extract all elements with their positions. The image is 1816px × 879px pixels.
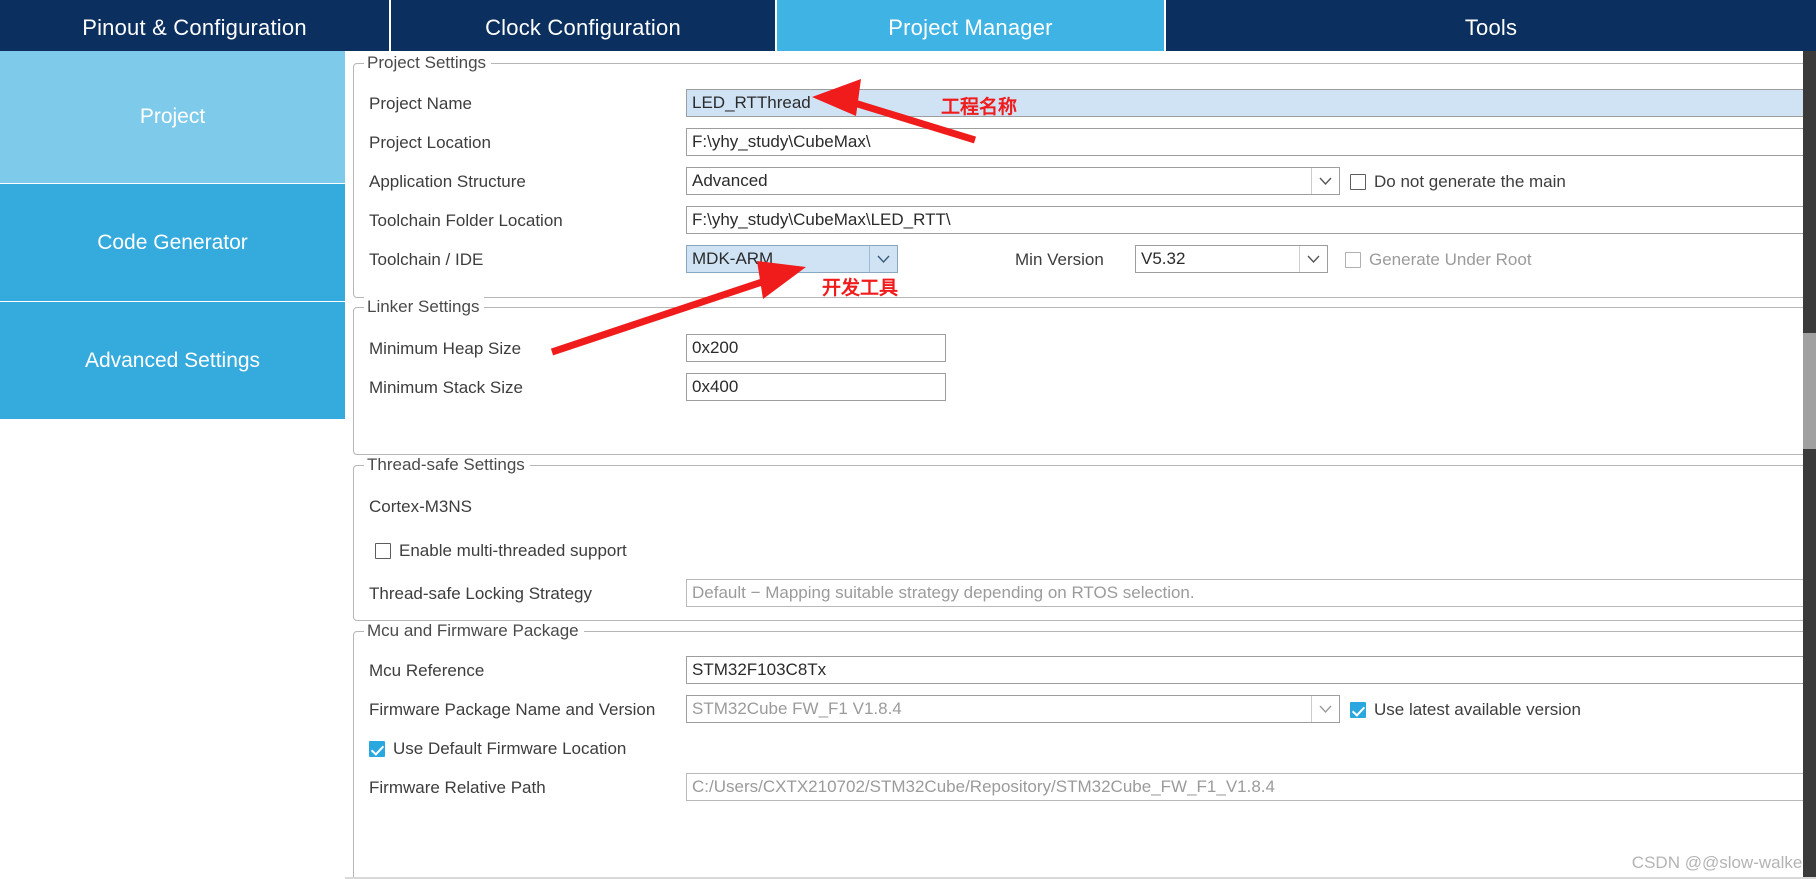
- tab-tools[interactable]: Tools: [1166, 0, 1816, 51]
- tab-pinout-configuration[interactable]: Pinout & Configuration: [0, 0, 391, 51]
- checkbox-generate-under-root[interactable]: Generate Under Root: [1345, 250, 1532, 270]
- select-thread-safe-locking-strategy[interactable]: Default − Mapping suitable strategy depe…: [686, 579, 1816, 607]
- label-minimum-heap-size: Minimum Heap Size: [369, 339, 522, 358]
- main-tab-bar: Pinout & Configuration Clock Configurati…: [0, 0, 1816, 51]
- input-mcu-reference[interactable]: STM32F103C8Tx: [686, 656, 1816, 684]
- left-sidebar: Project Code Generator Advanced Settings: [0, 51, 345, 879]
- tab-label: Pinout & Configuration: [82, 14, 307, 40]
- watermark-text: CSDN @@slow-walker: [1631, 853, 1808, 872]
- sidebar-item-label: Project: [139, 105, 206, 128]
- checkbox-do-not-generate-main[interactable]: Do not generate the main: [1350, 172, 1566, 192]
- label-firmware-relative-path: Firmware Relative Path: [369, 778, 546, 797]
- input-project-name[interactable]: LED_RTThread: [686, 89, 1816, 117]
- sidebar-item-code-generator[interactable]: Code Generator: [0, 184, 345, 302]
- label-toolchain-ide: Toolchain / IDE: [369, 250, 484, 269]
- select-toolchain-ide-value: MDK-ARM: [692, 249, 774, 268]
- checkbox-box-icon: [1350, 702, 1366, 718]
- tab-label: Project Manager: [888, 14, 1053, 40]
- chevron-down-icon: [1311, 696, 1339, 722]
- checkbox-label: Use latest available version: [1374, 700, 1581, 719]
- chevron-down-icon: [1311, 168, 1339, 194]
- checkbox-box-icon: [1350, 174, 1366, 190]
- label-project-location: Project Location: [369, 133, 491, 152]
- checkbox-label: Enable multi-threaded support: [399, 541, 627, 560]
- input-minimum-stack-size[interactable]: 0x400: [686, 373, 946, 401]
- checkbox-label: Generate Under Root: [1369, 250, 1532, 269]
- select-application-structure-value: Advanced: [692, 171, 768, 190]
- input-firmware-relative-path[interactable]: C:/Users/CXTX210702/STM32Cube/Repository…: [686, 773, 1816, 801]
- label-cortex-core: Cortex-M3NS: [369, 497, 472, 516]
- chevron-down-icon: [1299, 246, 1327, 272]
- vertical-scrollbar[interactable]: [1803, 51, 1816, 879]
- sidebar-item-label: Advanced Settings: [84, 348, 261, 372]
- sidebar-item-label: Code Generator: [97, 230, 248, 254]
- tab-clock-configuration[interactable]: Clock Configuration: [391, 0, 777, 51]
- checkbox-enable-multithreaded-support[interactable]: Enable multi-threaded support: [375, 541, 627, 561]
- checkbox-label: Do not generate the main: [1374, 172, 1566, 191]
- cubemx-project-manager-window: Pinout & Configuration Clock Configurati…: [0, 0, 1816, 879]
- label-minimum-stack-size: Minimum Stack Size: [369, 378, 523, 397]
- chevron-down-icon: [869, 246, 897, 272]
- label-mcu-reference: Mcu Reference: [369, 661, 485, 680]
- input-project-location[interactable]: F:\yhy_study\CubeMax\: [686, 128, 1816, 156]
- label-thread-safe-locking-strategy: Thread-safe Locking Strategy: [369, 584, 593, 603]
- select-min-version[interactable]: V5.32: [1135, 245, 1328, 273]
- select-firmware-package-value: STM32Cube FW_F1 V1.8.4: [692, 699, 902, 718]
- label-application-structure: Application Structure: [369, 172, 526, 191]
- vertical-scrollbar-thumb[interactable]: [1803, 333, 1816, 449]
- input-toolchain-folder-location[interactable]: F:\yhy_study\CubeMax\LED_RTT\: [686, 206, 1816, 234]
- checkbox-box-icon: [375, 543, 391, 559]
- sidebar-item-project[interactable]: Project: [0, 51, 345, 184]
- group-title-project-settings: Project Settings: [364, 53, 492, 73]
- sidebar-empty-area: [0, 420, 345, 878]
- sidebar-item-advanced-settings[interactable]: Advanced Settings: [0, 302, 345, 420]
- checkbox-box-icon: [1345, 252, 1361, 268]
- select-toolchain-ide[interactable]: MDK-ARM: [686, 245, 898, 273]
- checkbox-label: Use Default Firmware Location: [393, 739, 627, 758]
- select-min-version-value: V5.32: [1141, 249, 1186, 268]
- label-min-version: Min Version: [1015, 250, 1104, 269]
- tab-project-manager[interactable]: Project Manager: [777, 0, 1166, 51]
- group-title-mcu-firmware-package: Mcu and Firmware Package: [364, 621, 584, 641]
- group-title-thread-safe-settings: Thread-safe Settings: [364, 455, 530, 475]
- project-settings-panel: Project Settings Project Name LED_RTThre…: [345, 51, 1816, 879]
- select-firmware-package-name-version[interactable]: STM32Cube FW_F1 V1.8.4: [686, 695, 1340, 723]
- tab-label: Tools: [1464, 14, 1518, 40]
- group-linker-settings: Linker Settings: [353, 297, 1816, 455]
- label-toolchain-folder-location: Toolchain Folder Location: [369, 211, 563, 230]
- checkbox-use-default-firmware-location[interactable]: Use Default Firmware Location: [369, 739, 626, 759]
- checkbox-use-latest-available-version[interactable]: Use latest available version: [1350, 700, 1581, 720]
- group-title-linker-settings: Linker Settings: [364, 297, 485, 317]
- label-project-name: Project Name: [369, 94, 472, 113]
- select-application-structure[interactable]: Advanced: [686, 167, 1340, 195]
- label-firmware-package-name-version: Firmware Package Name and Version: [369, 700, 656, 719]
- tab-label: Clock Configuration: [485, 14, 681, 40]
- input-minimum-heap-size[interactable]: 0x200: [686, 334, 946, 362]
- checkbox-box-icon: [369, 741, 385, 757]
